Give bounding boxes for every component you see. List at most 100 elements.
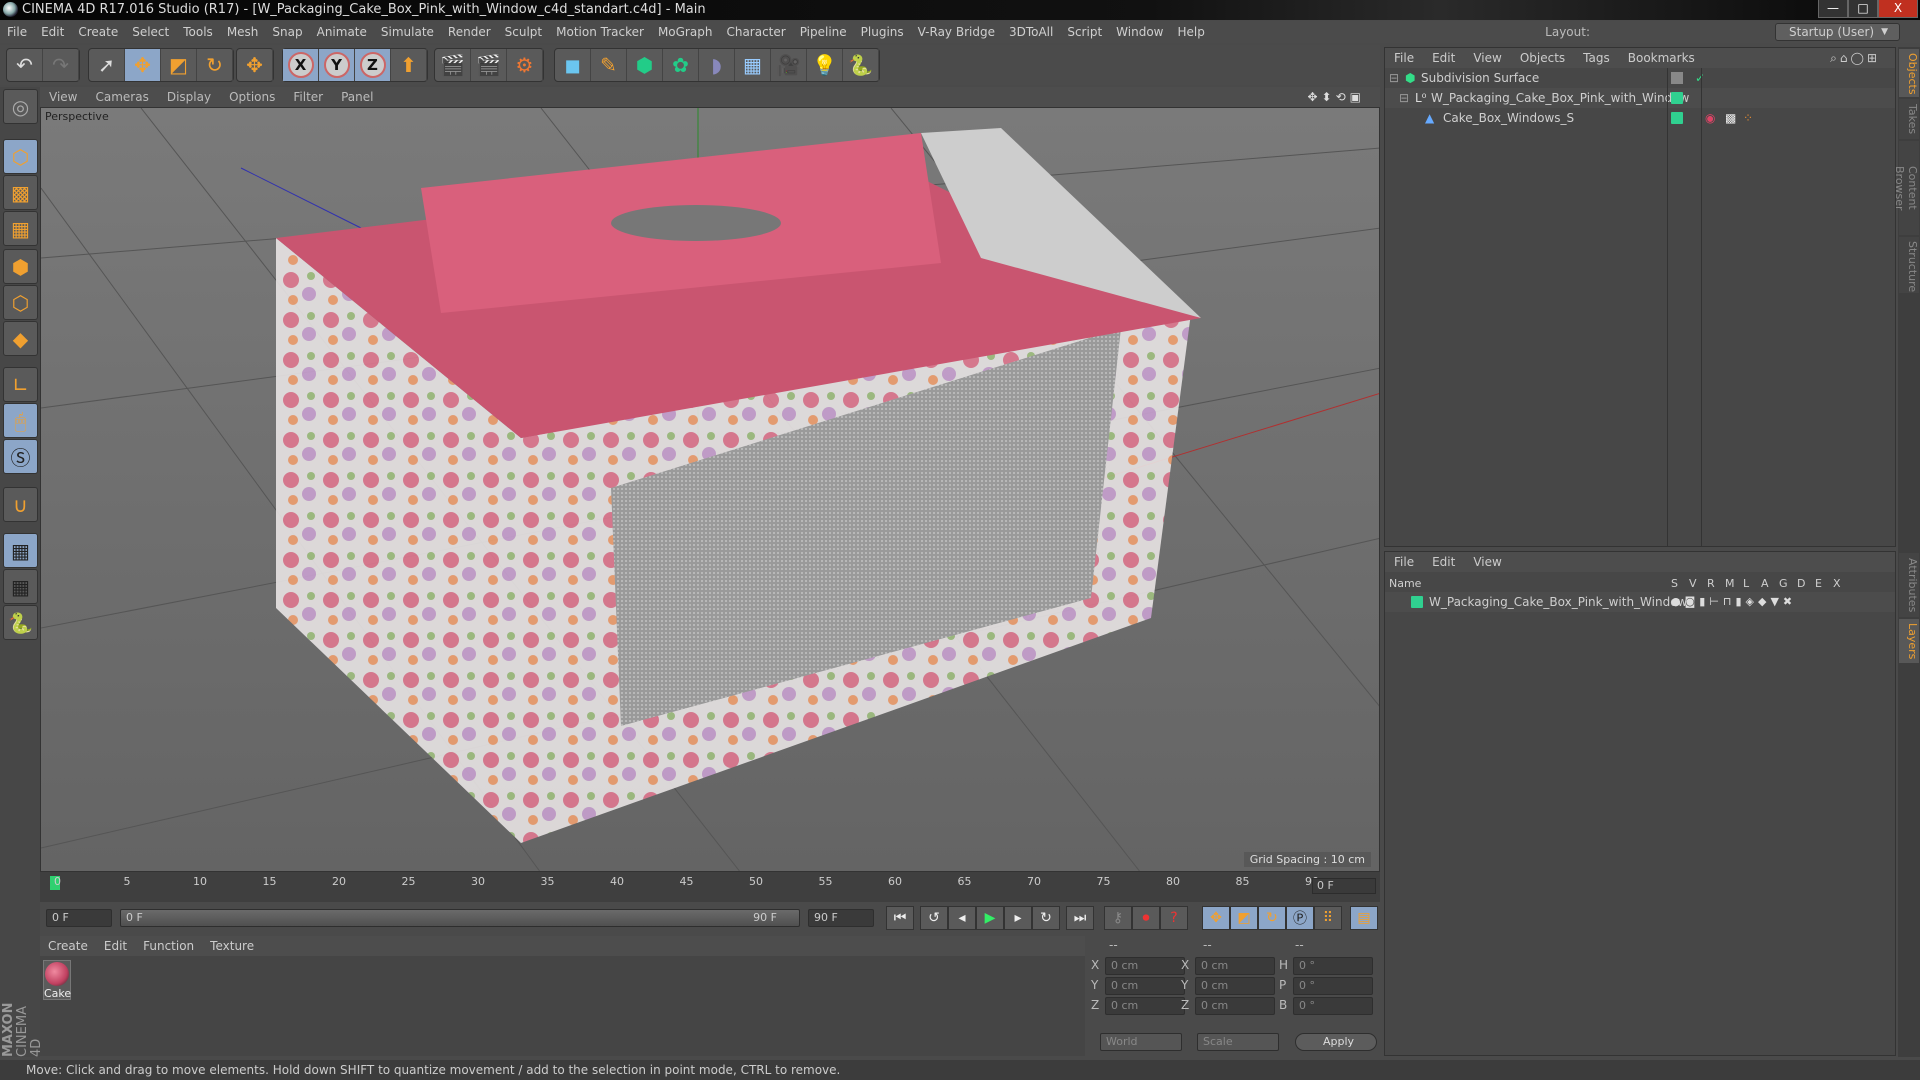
layer-column-header[interactable]: A	[1761, 576, 1769, 592]
layer-menu-view[interactable]: View	[1464, 555, 1510, 569]
layer-column-header[interactable]: D	[1797, 576, 1805, 592]
play-button[interactable]: ▶	[976, 906, 1004, 930]
layer-column-header[interactable]: Name	[1389, 576, 1421, 592]
menu-create[interactable]: Create	[71, 25, 125, 39]
layer-column-header[interactable]: E	[1815, 576, 1822, 592]
prev-frame-button[interactable]: ◂	[948, 906, 976, 930]
coord-value-field[interactable]: 0 cm	[1105, 957, 1185, 975]
go-to-start-button[interactable]: ⏮	[886, 906, 914, 930]
object-row-subdivision[interactable]: ⊟ ⬢ Subdivision Surface ✓	[1385, 68, 1895, 88]
render-view-icon[interactable]: 🎬	[435, 49, 471, 81]
viewport-menu-panel[interactable]: Panel	[332, 90, 382, 104]
polygons-mode-icon[interactable]: ◆	[3, 321, 38, 356]
obj-menu-view[interactable]: View	[1464, 51, 1510, 65]
z-axis-button[interactable]: Z	[355, 49, 391, 81]
coord-space-select[interactable]: World	[1100, 1033, 1182, 1051]
move-multi-icon[interactable]: ✥	[237, 49, 273, 81]
menu-animate[interactable]: Animate	[310, 25, 374, 39]
tab-takes[interactable]: Takes	[1899, 99, 1919, 139]
x-axis-button[interactable]: X	[283, 49, 319, 81]
menu-tools[interactable]: Tools	[176, 25, 220, 39]
mat-menu-function[interactable]: Function	[135, 939, 202, 953]
menu-motion-tracker[interactable]: Motion Tracker	[549, 25, 651, 39]
coord-value-field[interactable]: 0 cm	[1195, 997, 1275, 1015]
key-position-button[interactable]: ✥	[1202, 906, 1230, 930]
tab-attributes[interactable]: Attributes	[1899, 553, 1919, 617]
viewport-menu-cameras[interactable]: Cameras	[86, 90, 157, 104]
cube-icon[interactable]: ◼	[555, 49, 591, 81]
coord-value-field[interactable]: 0 °	[1293, 977, 1373, 995]
record-keys-button[interactable]: ⚷	[1104, 906, 1132, 930]
layer-column-header[interactable]: G	[1779, 576, 1788, 592]
tab-layers[interactable]: Layers	[1899, 619, 1919, 663]
layer-column-header[interactable]: R	[1707, 576, 1715, 592]
3d-viewport[interactable]: Perspective Grid Spacing : 10 cm	[40, 107, 1380, 872]
obj-menu-bookmarks[interactable]: Bookmarks	[1619, 51, 1704, 65]
menu-character[interactable]: Character	[719, 25, 792, 39]
redo-icon[interactable]: ↷	[43, 49, 79, 81]
y-axis-button[interactable]: Y	[319, 49, 355, 81]
start-frame-field[interactable]: 0 F	[46, 909, 112, 927]
workplane-snap-icon[interactable]: ▦	[3, 569, 38, 604]
python-tool-icon[interactable]: 🐍	[3, 605, 38, 640]
python-icon[interactable]: 🐍	[843, 49, 879, 81]
obj-menu-objects[interactable]: Objects	[1511, 51, 1574, 65]
obj-menu-tags[interactable]: Tags	[1574, 51, 1619, 65]
subdivision-icon[interactable]: ⬢	[627, 49, 663, 81]
menu-render[interactable]: Render	[441, 25, 498, 39]
texture-mode-icon[interactable]: ▩	[3, 175, 38, 210]
object-row-packaging[interactable]: ⊟ L⁰ W_Packaging_Cake_Box_Pink_with_Wind…	[1385, 88, 1895, 108]
go-to-end-button[interactable]: ⏭	[1066, 906, 1094, 930]
layer-swatch[interactable]	[1671, 72, 1683, 84]
tab-content-browser[interactable]: Content Browser	[1893, 141, 1919, 235]
mat-menu-texture[interactable]: Texture	[202, 939, 262, 953]
tree-collapse-icon[interactable]: ⊟	[1399, 88, 1409, 108]
move-icon[interactable]: ✥	[125, 49, 161, 81]
material-tag-icon[interactable]: ◉	[1705, 108, 1715, 128]
menu-help[interactable]: Help	[1170, 25, 1211, 39]
menu-3dtoall[interactable]: 3DToAll	[1002, 25, 1060, 39]
keyframe-help-button[interactable]: ?	[1160, 906, 1188, 930]
menu-vray-bridge[interactable]: V-Ray Bridge	[911, 25, 1002, 39]
autokey-button[interactable]: ⏺	[1132, 906, 1160, 930]
phong-tag-icon[interactable]: ⁘	[1743, 108, 1753, 128]
make-editable-icon[interactable]: ◎	[3, 89, 38, 124]
menu-sculpt[interactable]: Sculpt	[498, 25, 549, 39]
light-icon[interactable]: 💡	[807, 49, 843, 81]
object-row-cake-box-windows[interactable]: ▲ Cake_Box_Windows_S ◉ ▩ ⁘	[1385, 108, 1895, 128]
menu-script[interactable]: Script	[1060, 25, 1109, 39]
points-mode-icon[interactable]: ⬢	[3, 249, 38, 284]
current-frame-field[interactable]: 0 F	[1312, 878, 1376, 894]
key-pla-button[interactable]: ⠿	[1314, 906, 1342, 930]
coordinate-system-icon[interactable]: ⬆	[391, 49, 427, 81]
layer-row[interactable]: W_Packaging_Cake_Box_Pink_with_Window ●◙…	[1385, 592, 1895, 612]
layer-menu-edit[interactable]: Edit	[1423, 555, 1464, 569]
undo-icon[interactable]: ↶	[7, 49, 43, 81]
key-param-button[interactable]: Ⓟ	[1286, 906, 1314, 930]
menu-select[interactable]: Select	[125, 25, 176, 39]
viewport-nav-icons[interactable]: ✥⬍⟲▣	[1298, 87, 1374, 107]
workplane-lock-icon[interactable]: ▦	[3, 533, 38, 568]
layer-column-header[interactable]: V	[1689, 576, 1697, 592]
menu-file[interactable]: File	[0, 25, 34, 39]
cloner-icon[interactable]: ✿	[663, 49, 699, 81]
apply-button[interactable]: Apply	[1295, 1033, 1377, 1051]
next-frame-button[interactable]: ▸	[1004, 906, 1032, 930]
menu-snap[interactable]: Snap	[265, 25, 309, 39]
menu-mograph[interactable]: MoGraph	[651, 25, 720, 39]
viewport-menu-options[interactable]: Options	[220, 90, 284, 104]
axis-mode-icon[interactable]: ∟	[3, 367, 38, 402]
layer-column-header[interactable]: M	[1725, 576, 1735, 592]
timeline-window-button[interactable]: ▤	[1350, 906, 1378, 930]
model-mode-icon[interactable]: ⬡	[3, 139, 38, 174]
layer-color-swatch[interactable]	[1411, 596, 1423, 608]
menu-simulate[interactable]: Simulate	[374, 25, 441, 39]
layer-column-header[interactable]: S	[1671, 576, 1678, 592]
mat-menu-create[interactable]: Create	[40, 939, 96, 953]
layer-menu-file[interactable]: File	[1385, 555, 1423, 569]
magnet-icon[interactable]: ∪	[3, 487, 38, 522]
select-icon[interactable]: ➚	[89, 49, 125, 81]
key-rotation-button[interactable]: ↻	[1258, 906, 1286, 930]
workplane-icon[interactable]: ▦	[3, 211, 38, 246]
edges-mode-icon[interactable]: ⬡	[3, 285, 38, 320]
